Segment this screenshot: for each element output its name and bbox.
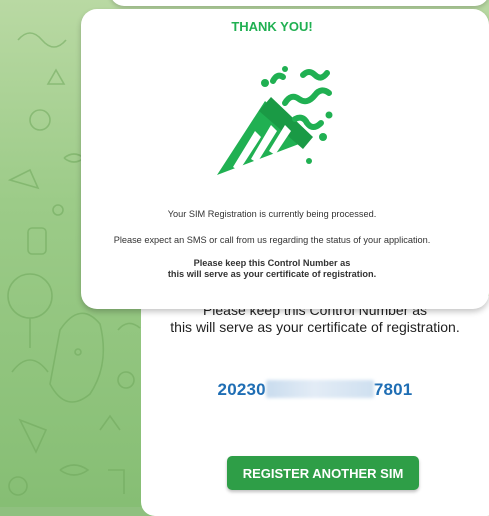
modal-title: THANK YOU! — [231, 19, 313, 34]
register-another-sim-button[interactable]: REGISTER ANOTHER SIM — [227, 456, 419, 490]
registration-result-card: Please keep this Control Number as this … — [141, 296, 489, 516]
control-number-suffix: 7801 — [373, 380, 413, 399]
processing-message: Your SIM Registration is currently being… — [167, 209, 377, 219]
control-number-prefix: 20230 — [217, 380, 266, 399]
sms-notice-message: Please expect an SMS or call from us reg… — [113, 235, 431, 245]
control-number-redacted — [265, 380, 374, 398]
control-number-note-line2: this will serve as your certificate of r… — [170, 319, 460, 335]
previous-card-edge — [110, 0, 489, 6]
thank-you-modal: THANK YOU! Your SIM Registration is curr… — [81, 9, 489, 309]
keep-control-number-line1: Please keep this Control Number as — [193, 258, 351, 268]
party-popper-icon — [217, 66, 333, 175]
control-number: 20230 7801 — [141, 380, 489, 400]
keep-control-number-line2: this will serve as your certificate of r… — [167, 269, 377, 279]
